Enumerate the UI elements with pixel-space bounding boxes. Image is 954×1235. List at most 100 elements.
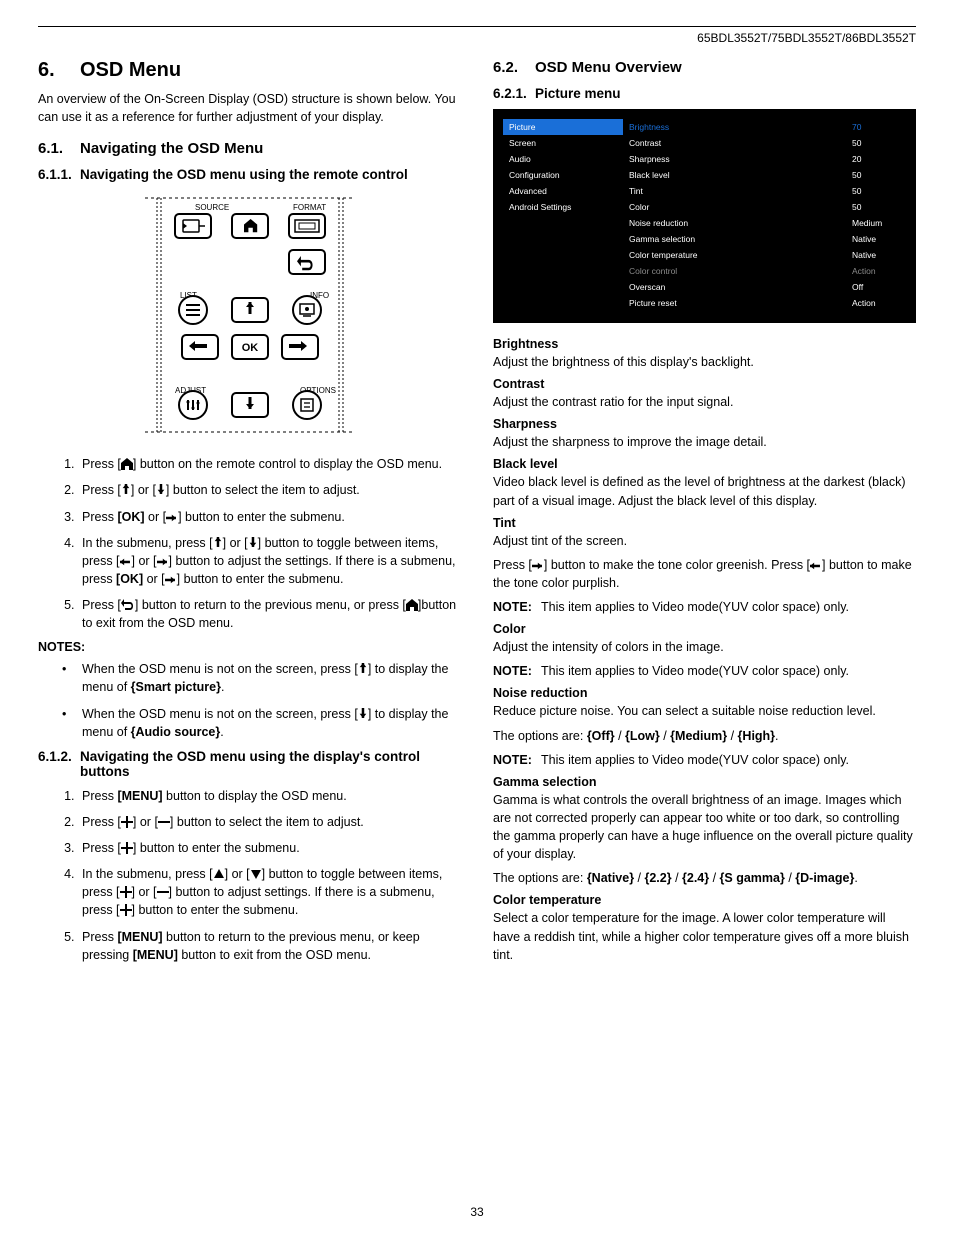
txt: ] or [ (132, 554, 157, 568)
txt: {Smart picture} (131, 680, 221, 694)
btn-left (182, 335, 218, 359)
txt: ] or [ (133, 815, 158, 829)
down-icon (156, 484, 166, 496)
def-body: Select a color temperature for the image… (493, 909, 916, 963)
left-column: 6.OSD Menu An overview of the On-Screen … (38, 59, 461, 972)
right-icon (165, 575, 177, 585)
def-body: Adjust the intensity of colors in the im… (493, 638, 916, 656)
txt: The options are: (493, 729, 587, 743)
txt: / (634, 871, 644, 885)
txt: ] button to select the item to adjust. (166, 483, 360, 497)
osd-left-item: Screen (503, 135, 623, 151)
txt: / (727, 729, 737, 743)
txt: Press (82, 789, 117, 803)
osd-value: Medium (846, 215, 906, 231)
osd-values: 705020505050MediumNativeNativeActionOffA… (846, 119, 906, 311)
note-text: This item applies to Video mode(YUV colo… (541, 598, 916, 616)
def-heading: Tint (493, 516, 916, 530)
txt: {2.4} (682, 871, 709, 885)
txt: {Audio source} (131, 725, 221, 739)
notes-list: When the OSD menu is not on the screen, … (38, 660, 461, 741)
right-icon (532, 561, 544, 571)
btn-source (175, 214, 211, 238)
txt: ] or [ (132, 885, 157, 899)
txt: Press [ (82, 815, 121, 829)
txt: {S gamma} (720, 871, 785, 885)
h1-title: OSD Menu (80, 59, 181, 81)
txt: Press [ (82, 598, 121, 612)
txt: [MENU] (133, 948, 178, 962)
osd-left-item: Advanced (503, 183, 623, 199)
list-item: When the OSD menu is not on the screen, … (78, 660, 461, 696)
h3-title: Navigating the OSD menu using the displa… (80, 749, 461, 779)
txt: [OK] (117, 510, 144, 524)
down-icon (358, 708, 368, 720)
plus-icon (120, 886, 132, 898)
def-body: Adjust tint of the screen. (493, 532, 916, 550)
intro-paragraph: An overview of the On-Screen Display (OS… (38, 90, 461, 126)
btn-back (289, 250, 325, 274)
btn-down (232, 393, 268, 417)
osd-label: Color temperature (623, 247, 846, 263)
right-icon (157, 557, 169, 567)
txt: / (672, 871, 682, 885)
txt: . (854, 871, 857, 885)
list-item: When the OSD menu is not on the screen, … (78, 705, 461, 741)
osd-label: Overscan (623, 279, 846, 295)
txt: / (615, 729, 625, 743)
osd-sidebar: PictureScreenAudioConfigurationAdvancedA… (503, 119, 623, 311)
def-heading: Gamma selection (493, 775, 916, 789)
note-row: NOTE:This item applies to Video mode(YUV… (493, 751, 916, 769)
txt: [MENU] (117, 789, 162, 803)
section-6-heading: 6.OSD Menu (38, 59, 461, 82)
btn-format (289, 214, 325, 238)
txt: ] button to enter the submenu. (133, 841, 300, 855)
note-label: NOTE: (493, 598, 541, 616)
def-body: Adjust the sharpness to improve the imag… (493, 433, 916, 451)
txt: Press [ (82, 457, 121, 471)
note-label: NOTE: (493, 662, 541, 680)
osd-label: Noise reduction (623, 215, 846, 231)
note-text: This item applies to Video mode(YUV colo… (541, 751, 916, 769)
txt: or [ (145, 510, 167, 524)
h2-number: 6.1. (38, 140, 80, 157)
txt: Press (82, 930, 117, 944)
osd-screenshot: PictureScreenAudioConfigurationAdvancedA… (493, 109, 916, 323)
label-source: SOURCE (195, 203, 229, 212)
right-column: 6.2.OSD Menu Overview 6.2.1.Picture menu… (493, 59, 916, 972)
osd-value: 50 (846, 135, 906, 151)
osd-value: 70 (846, 119, 906, 135)
home-icon (121, 458, 133, 470)
btn-right (282, 335, 318, 359)
h2-title: Navigating the OSD Menu (80, 140, 263, 157)
note-row: NOTE:This item applies to Video mode(YUV… (493, 598, 916, 616)
note-text: This item applies to Video mode(YUV colo… (541, 662, 916, 680)
def-body: The options are: {Native} / {2.2} / {2.4… (493, 869, 916, 887)
txt: / (660, 729, 670, 743)
def-heading: Noise reduction (493, 686, 916, 700)
txt: {Native} (587, 871, 634, 885)
list-item: Press [MENU] button to return to the pre… (78, 928, 461, 964)
triangle-down-icon (250, 868, 262, 880)
def-heading: Brightness (493, 337, 916, 351)
list-item: Press [] button on the remote control to… (78, 455, 461, 473)
osd-left-item: Picture (503, 119, 623, 135)
osd-labels: BrightnessContrastSharpnessBlack levelTi… (623, 119, 846, 311)
txt: {Low} (625, 729, 660, 743)
def-heading: Color (493, 622, 916, 636)
label-format: FORMAT (293, 203, 326, 212)
osd-label: Gamma selection (623, 231, 846, 247)
back-icon (121, 599, 135, 611)
txt: . (775, 729, 778, 743)
osd-label: Contrast (623, 135, 846, 151)
txt: Press [ (82, 483, 121, 497)
txt: In the submenu, press [ (82, 536, 213, 550)
h1-number: 6. (38, 59, 80, 82)
osd-value: 50 (846, 199, 906, 215)
osd-label: Tint (623, 183, 846, 199)
def-heading: Contrast (493, 377, 916, 391)
txt: Press [ (493, 558, 532, 572)
list-item: Press [] button to return to the previou… (78, 596, 461, 632)
txt: {Off} (587, 729, 615, 743)
txt: In the submenu, press [ (82, 867, 213, 881)
